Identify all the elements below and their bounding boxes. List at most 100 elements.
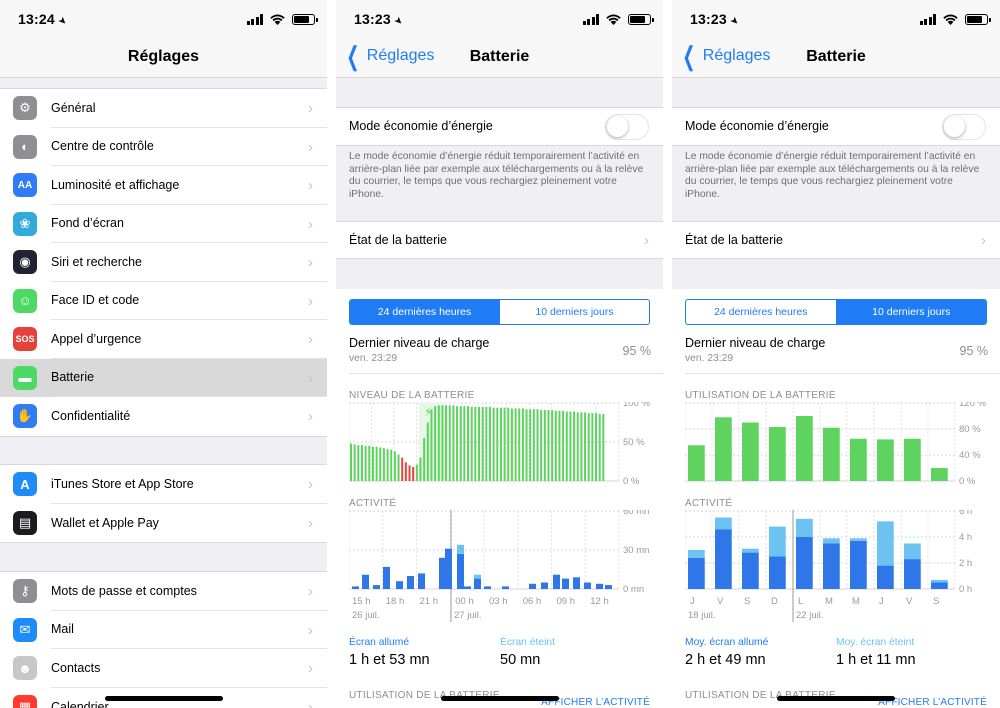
battery-level-bar <box>503 407 506 481</box>
y-tick-label: 0 % <box>959 476 976 486</box>
tab-24h[interactable]: 24 dernières heures <box>686 300 836 324</box>
cellular-signal-icon <box>919 13 936 25</box>
battery-health-cell[interactable]: État de la batterie › <box>336 221 663 259</box>
activity-header: ACTIVITÉ <box>349 498 397 509</box>
home-indicator[interactable] <box>440 696 559 701</box>
settings-row-face-id[interactable]: ☺ Face ID et code › <box>0 282 327 320</box>
settings-row-flower[interactable]: ❀ Fond d’écran › <box>0 205 327 243</box>
last-charge-time: ven. 23:29 <box>349 353 398 364</box>
flower-icon: ❀ <box>13 211 37 236</box>
chevron-right-icon: › <box>308 369 313 387</box>
activity-bar-screen-on <box>396 581 403 589</box>
settings-row-app-store[interactable]: AiTunes Store et App Store › <box>0 465 327 504</box>
settings-row-label: Batterie <box>51 359 327 397</box>
battery-level-bar <box>547 410 550 481</box>
range-segmented-control: 24 dernières heures 10 derniers jours <box>685 299 987 325</box>
activity-bar-screen-on <box>439 557 446 589</box>
chevron-right-icon: › <box>308 138 313 156</box>
calendar-icon: ▦ <box>13 694 37 708</box>
activity-bar-screen-on <box>796 537 813 589</box>
tab-24h[interactable]: 24 dernières heures <box>350 300 499 324</box>
activity-bar-screen-on <box>464 586 471 589</box>
settings-row-toggles[interactable]: ◐ Centre de contrôle › <box>0 128 327 166</box>
y-tick-label: 6 h <box>959 510 972 517</box>
home-indicator[interactable] <box>777 696 895 701</box>
battery-level-bar <box>485 406 488 481</box>
avg-screen-on-label: Moy. écran allumé <box>685 637 769 648</box>
chevron-right-icon: › <box>308 215 313 233</box>
battery-screen-24h: 13:23➤ ❮ Réglages Batterie Mode économie … <box>336 0 663 708</box>
separator <box>349 373 663 374</box>
battery-level-bar <box>379 447 382 481</box>
battery-level-bar <box>492 407 495 481</box>
activity-bar-screen-on <box>418 573 425 589</box>
battery-status-icon <box>292 13 318 25</box>
settings-row-wallet[interactable]: ▤ Wallet et Apple Pay › <box>0 504 327 543</box>
status-time: 13:24➤ <box>18 11 70 29</box>
tab-10d[interactable]: 10 derniers jours <box>499 300 649 324</box>
siri-icon: ◉ <box>13 250 37 275</box>
settings-row-sos[interactable]: SOS Appel d’urgence › <box>0 320 327 359</box>
settings-row-gear[interactable]: ⚙ Général › <box>0 89 327 128</box>
battery-health-cell[interactable]: État de la batterie › <box>672 221 1000 259</box>
battery-level-bar <box>470 406 473 481</box>
status-bar: 13:23➤ <box>672 0 1000 38</box>
x-tick-label: L <box>798 596 803 607</box>
battery-level-bar <box>580 412 583 481</box>
battery-level-bar <box>456 406 459 481</box>
battery-level-bar <box>467 406 470 481</box>
usage-bar <box>904 438 921 481</box>
battery-usage-chart: 120 % 80 % 40 % 0 % <box>685 402 986 486</box>
battery-level-bar <box>408 465 411 481</box>
chevron-right-icon: › <box>981 232 986 249</box>
activity-bar-screen-on <box>502 586 509 589</box>
usage-bar <box>877 439 894 481</box>
battery-level-chart: 100 % 50 % 0 % ⚡ <box>349 402 650 486</box>
wifi-icon <box>270 14 285 25</box>
battery-usage-header: UTILISATION DE LA BATTERIE <box>685 390 836 401</box>
home-indicator[interactable] <box>104 696 223 701</box>
settings-row-text-size[interactable]: AA Luminosité et affichage › <box>0 166 327 205</box>
usage-bar <box>688 445 705 481</box>
activity-bar-screen-on <box>742 552 759 589</box>
chevron-right-icon: › <box>308 660 313 677</box>
activity-bar-screen-on <box>541 582 548 589</box>
settings-row-hand[interactable]: ✋ Confidentialité › <box>0 397 327 436</box>
status-time: 13:23➤ <box>690 11 742 29</box>
settings-row-mail[interactable]: ✉ Mail › <box>0 611 327 649</box>
battery-status-icon <box>965 13 991 25</box>
activity-bar-screen-on <box>584 582 591 589</box>
battery-level-bar <box>452 405 455 481</box>
cellular-signal-icon <box>582 13 599 25</box>
battery-level-bar <box>569 411 572 481</box>
x-tick-label: J <box>690 596 695 607</box>
avg-screen-off-value: 1 h et 11 mn <box>836 652 916 668</box>
battery-level-bar <box>434 406 437 481</box>
battery-level-bar <box>488 406 491 481</box>
battery-level-bar <box>540 410 543 481</box>
activity-bar-screen-on <box>474 578 481 589</box>
text-size-icon: AA <box>13 173 37 198</box>
battery-level-bar <box>430 409 433 481</box>
activity-bar-screen-off <box>850 538 867 541</box>
settings-row-siri[interactable]: ◉ Siri et recherche › <box>0 243 327 282</box>
charging-bolt-icon: ⚡ <box>424 405 432 419</box>
tab-10d[interactable]: 10 derniers jours <box>835 300 986 324</box>
low-power-toggle[interactable] <box>605 114 649 140</box>
settings-row-contacts[interactable]: ☻ Contacts › <box>0 649 327 688</box>
settings-row-battery[interactable]: ▬ Batterie › <box>0 358 327 397</box>
low-power-toggle[interactable] <box>942 114 986 140</box>
last-charge-time: ven. 23:29 <box>685 353 734 364</box>
chevron-right-icon: › <box>308 476 313 493</box>
page-title: Batterie <box>806 48 866 65</box>
last-charge-value: 95 % <box>959 344 989 358</box>
usage-bar <box>823 427 840 481</box>
y-tick-label: 0 % <box>623 476 640 486</box>
battery-level-bar <box>360 445 363 481</box>
battery-level-bar <box>368 445 371 481</box>
chevron-right-icon: › <box>308 331 313 348</box>
activity-bar-screen-off <box>823 538 840 544</box>
x-tick-label: S <box>744 596 750 607</box>
settings-row-key[interactable]: ⚷ Mots de passe et comptes › <box>0 572 327 611</box>
activity-bar-screen-on <box>352 586 359 589</box>
